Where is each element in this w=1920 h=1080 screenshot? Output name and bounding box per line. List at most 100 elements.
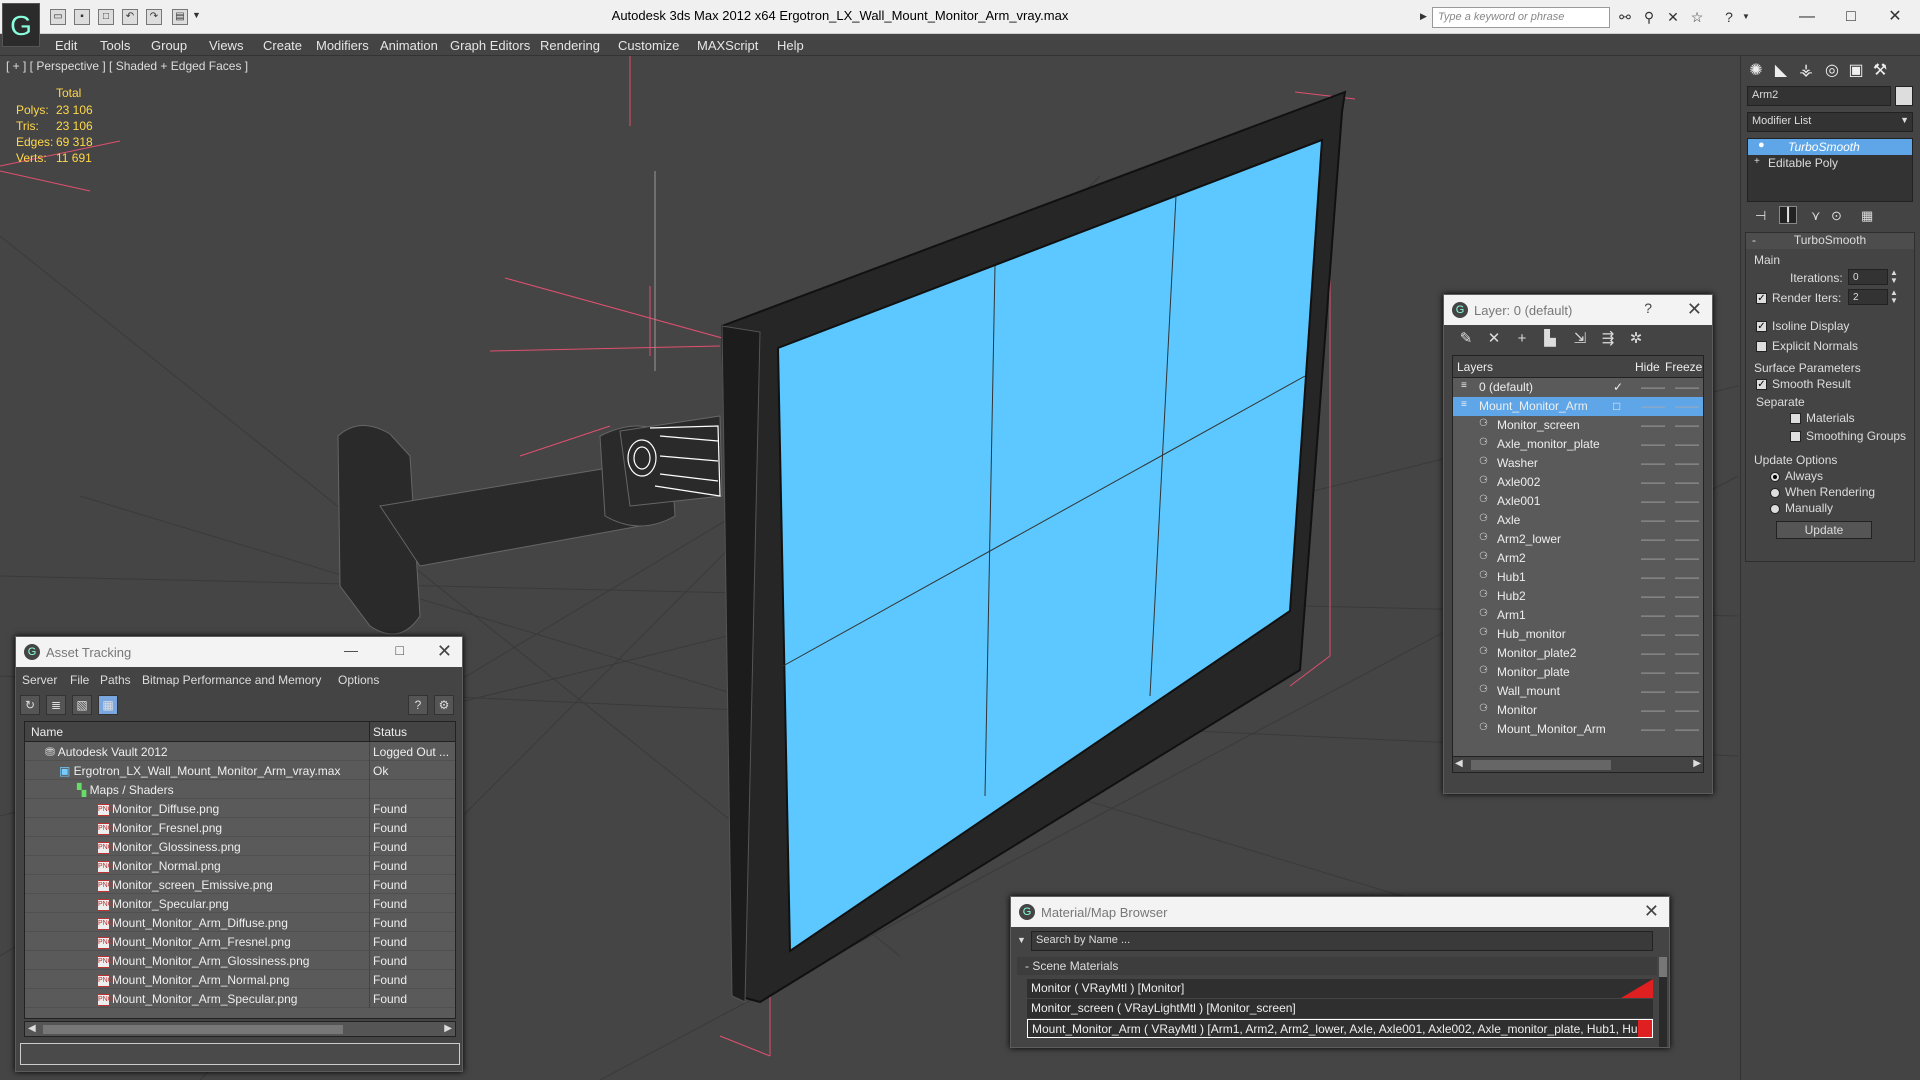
minimize-icon[interactable]: — [344,642,358,658]
close-icon[interactable]: ✕ [437,641,452,662]
hide-toggle[interactable]: —— [1641,703,1665,717]
table-view-icon[interactable]: ▦ [98,695,118,715]
freeze-toggle[interactable]: —— [1675,456,1699,470]
freeze-toggle[interactable]: —— [1675,532,1699,546]
redo-icon[interactable]: ↷ [146,9,162,25]
layer-row[interactable]: ⚆ Hub1 —— —— [1453,568,1703,587]
options-dropdown-icon[interactable]: ▼ [1017,935,1026,945]
layer-horizontal-scrollbar[interactable]: ◀ ▶ [1453,756,1703,772]
explicit-normals-checkbox[interactable] [1756,341,1767,353]
hide-toggle[interactable]: —— [1641,722,1665,736]
menu-customize[interactable]: Customize [618,38,679,53]
hide-toggle[interactable]: —— [1641,475,1665,489]
table-row[interactable]: PNGMount_Monitor_Arm_Glossiness.png Found [25,951,455,970]
help-icon[interactable]: ? [408,695,428,715]
layer-row[interactable]: ⚆ Arm1 —— —— [1453,606,1703,625]
table-row[interactable]: ▚ Maps / Shaders [25,780,455,799]
help-dropdown-icon[interactable]: ▼ [1742,12,1750,21]
freeze-toggle[interactable]: —— [1675,570,1699,584]
freeze-toggle[interactable]: —— [1675,551,1699,565]
menu-file[interactable]: File [70,673,89,687]
highlight-layer-icon[interactable]: ⇲ [1570,329,1590,349]
layer-row[interactable]: ⚆ Arm2_lower —— —— [1453,530,1703,549]
project-icon[interactable]: ▤ [172,9,188,25]
layers-new-icon[interactable]: ✎ [1456,329,1476,349]
list-view-icon[interactable]: ≣ [46,695,66,715]
hide-toggle[interactable]: —— [1641,551,1665,565]
remove-modifier-icon[interactable]: ⊙ [1831,208,1842,224]
motion-tab-icon[interactable]: ◎ [1821,60,1843,82]
layer-row[interactable]: ⚆ Hub2 —— —— [1453,587,1703,606]
binoculars-icon[interactable]: ⚯ [1616,8,1634,26]
settings-icon[interactable]: ⚙ [434,695,454,715]
object-name-field[interactable]: Arm2 [1747,86,1891,106]
refresh-icon[interactable]: ↻ [20,695,40,715]
hierarchy-tab-icon[interactable]: ⚶ [1795,60,1817,82]
col-hide[interactable]: Hide [1635,360,1660,374]
layer-row[interactable]: ⚆ Axle —— —— [1453,511,1703,530]
subscription-icon[interactable]: ⚲ [1640,8,1658,26]
isoline-checkbox[interactable]: ✓ [1756,321,1767,333]
table-row[interactable]: PNGMonitor_screen_Emissive.png Found [25,875,455,894]
thumbnail-view-icon[interactable]: ▧ [72,695,92,715]
maximize-icon[interactable]: □ [396,642,404,658]
hide-toggle[interactable]: —— [1641,399,1665,413]
hide-toggle[interactable]: —— [1641,608,1665,622]
layer-row[interactable]: ≡ 0 (default) ✓ —— —— [1453,378,1703,397]
layer-row[interactable]: ⚆ Axle001 —— —— [1453,492,1703,511]
search-expand-icon[interactable]: ▶ [1420,11,1427,22]
freeze-toggle[interactable]: —— [1675,494,1699,508]
scroll-left-icon[interactable]: ◀ [28,1023,36,1034]
table-row[interactable]: PNGMonitor_Fresnel.png Found [25,818,455,837]
layer-row[interactable]: ⚆ Arm2 —— —— [1453,549,1703,568]
menu-maxscript[interactable]: MAXScript [697,38,758,53]
hide-toggle[interactable]: —— [1641,532,1665,546]
save-icon[interactable]: ▪ [74,9,90,25]
current-layer-check-icon[interactable]: ✓ [1613,380,1623,394]
modify-tab-icon[interactable]: ◣ [1770,60,1792,82]
menu-modifiers[interactable]: Modifiers [316,38,369,53]
hide-all-icon[interactable]: ⇶ [1598,329,1618,349]
close-icon[interactable]: ✕ [1687,299,1702,320]
freeze-toggle[interactable]: —— [1675,608,1699,622]
hide-toggle[interactable]: —— [1641,513,1665,527]
menu-graph-editors[interactable]: Graph Editors [450,38,530,53]
material-search-input[interactable]: Search by Name ... [1031,931,1653,951]
layer-row[interactable]: ⚆ Monitor —— —— [1453,701,1703,720]
new-scene-icon[interactable]: □ [98,9,114,25]
always-radio[interactable] [1770,471,1780,482]
menu-paths[interactable]: Paths [100,673,131,687]
layer-dialog-titlebar[interactable]: G Layer: 0 (default) ? ✕ [1444,295,1712,325]
help-icon[interactable]: ? [1720,8,1738,26]
scroll-right-icon[interactable]: ▶ [444,1023,452,1034]
freeze-toggle[interactable]: —— [1675,399,1699,413]
hide-toggle[interactable]: —— [1641,665,1665,679]
hide-toggle[interactable]: —— [1641,380,1665,394]
search-input[interactable]: Type a keyword or phrase [1432,7,1610,28]
layer-row[interactable]: ⚆ Hub_monitor —— —— [1453,625,1703,644]
layer-row[interactable]: ≡ Mount_Monitor_Arm □ —— —— [1453,397,1703,416]
table-row[interactable]: PNGMount_Monitor_Arm_Diffuse.png Found [25,913,455,932]
favorites-star-icon[interactable]: ☆ [1688,8,1706,26]
menu-create[interactable]: Create [263,38,302,53]
layer-row[interactable]: ⚆ Monitor_plate —— —— [1453,663,1703,682]
menu-views[interactable]: Views [209,38,243,53]
set-current-layer-icon[interactable]: □ [1613,399,1620,413]
material-row-monitor-screen[interactable]: Monitor_screen ( VRayLightMtl ) [Monitor… [1027,999,1653,1018]
iterations-spinner-arrows[interactable]: ▲ ▼ [1890,269,1898,285]
scroll-left-icon[interactable]: ◀ [1455,758,1463,769]
material-browser-titlebar[interactable]: G Material/Map Browser ✕ [1011,897,1669,927]
hide-toggle[interactable]: —— [1641,437,1665,451]
show-end-result-icon[interactable]: ┃ [1779,206,1797,224]
hide-toggle[interactable]: —— [1641,684,1665,698]
undo-icon[interactable]: ↶ [122,9,138,25]
layer-row[interactable]: ⚆ Monitor_plate2 —— —— [1453,644,1703,663]
quick-access-dropdown-icon[interactable]: ▼ [192,10,201,20]
layer-row[interactable]: ⚆ Wall_mount —— —— [1453,682,1703,701]
iterations-spinner[interactable]: 0 [1848,269,1888,285]
smoothing-groups-checkbox[interactable] [1790,431,1801,443]
freeze-toggle[interactable]: —— [1675,437,1699,451]
menu-server[interactable]: Server [22,673,57,687]
col-status[interactable]: Status [373,725,407,739]
table-row[interactable]: PNGMonitor_Diffuse.png Found [25,799,455,818]
